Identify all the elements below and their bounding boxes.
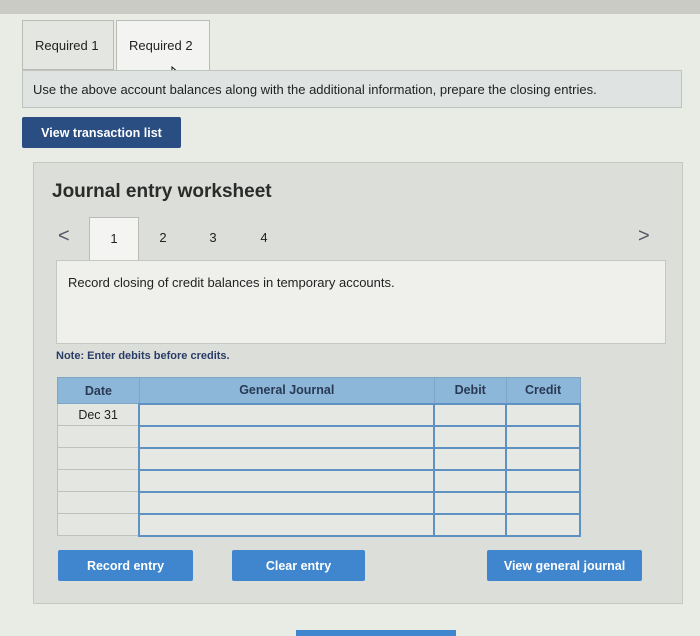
page-tab-3[interactable]: 3 [188,217,238,261]
tab-required-2[interactable]: Required 2 [116,20,210,71]
date-cell[interactable] [57,447,140,470]
debit-input[interactable] [433,468,508,493]
debit-input[interactable] [433,446,508,471]
clear-entry-button[interactable]: Clear entry [232,550,365,581]
record-entry-button[interactable]: Record entry [58,550,193,581]
account-input[interactable] [138,468,436,493]
credit-input[interactable] [505,424,581,449]
next-page-icon[interactable]: > [638,225,650,248]
debit-input[interactable] [433,402,508,427]
tab-required-1[interactable]: Required 1 [22,20,114,70]
header-date: Date [57,377,140,404]
entry-description: Record closing of credit balances in tem… [56,260,666,344]
table-row: Dec 31 [57,402,581,427]
worksheet-title: Journal entry worksheet [52,181,272,202]
debit-input[interactable] [433,512,508,537]
table-row [57,512,581,537]
credit-input[interactable] [505,490,581,515]
view-general-journal-button[interactable]: View general journal [487,550,642,581]
date-cell[interactable] [57,491,140,514]
page-tab-1[interactable]: 1 [89,217,139,261]
prev-page-icon[interactable]: < [58,225,70,248]
account-input[interactable] [138,512,436,537]
page-tab-4[interactable]: 4 [239,217,289,261]
debit-input[interactable] [433,424,508,449]
account-input[interactable] [138,490,436,515]
table-row [57,468,581,493]
page-tab-2[interactable]: 2 [138,217,188,261]
bottom-button-edge[interactable] [296,630,456,636]
header-general-journal: General Journal [138,377,435,404]
date-cell[interactable] [57,425,140,448]
account-input[interactable] [138,424,436,449]
entry-note: Note: Enter debits before credits. [56,350,230,362]
table-row [57,446,581,471]
view-transaction-list-button[interactable]: View transaction list [22,117,181,148]
requirement-tabs: Required 1 Required 2 [22,20,682,83]
journal-entry-worksheet: Journal entry worksheet < 1 2 3 4 > Reco… [33,162,683,604]
instruction-text: Use the above account balances along wit… [22,70,682,108]
top-strip [0,0,700,14]
date-cell[interactable]: Dec 31 [57,403,140,426]
table-row [57,424,581,449]
credit-input[interactable] [505,402,581,427]
debit-input[interactable] [433,490,508,515]
table-row [57,490,581,515]
account-input[interactable] [138,446,436,471]
credit-input[interactable] [505,446,581,471]
date-cell[interactable] [57,513,140,536]
header-credit: Credit [505,377,581,404]
header-debit: Debit [433,377,507,404]
date-cell[interactable] [57,469,140,492]
credit-input[interactable] [505,468,581,493]
credit-input[interactable] [505,512,581,537]
journal-table: Date General Journal Debit Credit Dec 31 [57,377,581,537]
account-input[interactable] [138,402,436,427]
